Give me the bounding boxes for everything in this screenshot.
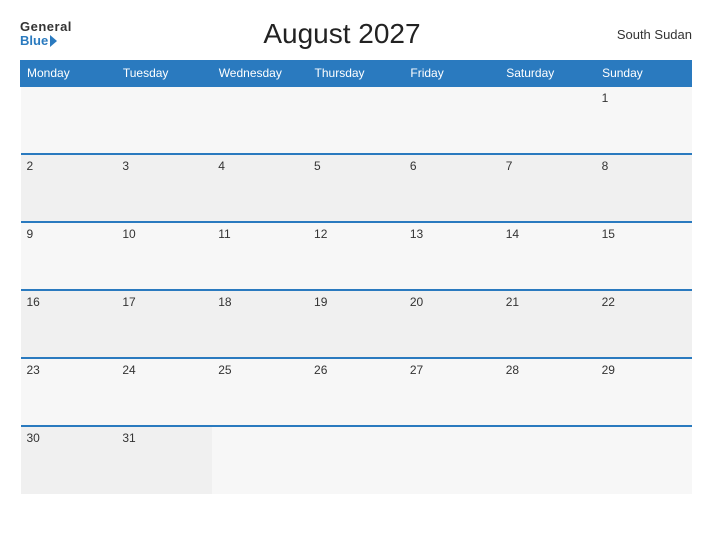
calendar-day-cell	[212, 426, 308, 494]
calendar-day-cell: 20	[404, 290, 500, 358]
calendar-day-cell: 23	[21, 358, 117, 426]
calendar-day-cell: 5	[308, 154, 404, 222]
day-number: 28	[506, 363, 590, 377]
calendar-day-cell	[212, 86, 308, 154]
logo: General Blue	[20, 20, 72, 49]
day-number: 4	[218, 159, 302, 173]
day-number: 2	[27, 159, 111, 173]
calendar-day-cell: 25	[212, 358, 308, 426]
calendar-day-cell: 8	[596, 154, 692, 222]
day-number: 10	[122, 227, 206, 241]
day-number: 11	[218, 227, 302, 241]
calendar-week-row: 9 10 11 12 13 14 15	[21, 222, 692, 290]
calendar-week-row: 30 31	[21, 426, 692, 494]
calendar-week-row: 16 17 18 19 20 21 22	[21, 290, 692, 358]
calendar-day-cell: 9	[21, 222, 117, 290]
day-number: 9	[27, 227, 111, 241]
day-number: 6	[410, 159, 494, 173]
calendar-day-cell: 10	[116, 222, 212, 290]
calendar-day-cell: 12	[308, 222, 404, 290]
logo-general-text: General	[20, 20, 72, 34]
day-number: 13	[410, 227, 494, 241]
calendar-day-cell: 27	[404, 358, 500, 426]
calendar-day-cell: 1	[596, 86, 692, 154]
calendar-day-cell: 19	[308, 290, 404, 358]
day-number: 17	[122, 295, 206, 309]
logo-triangle-icon	[50, 35, 57, 47]
calendar-day-cell: 7	[500, 154, 596, 222]
calendar-day-cell	[308, 426, 404, 494]
calendar-week-row: 2345678	[21, 154, 692, 222]
calendar-day-cell: 13	[404, 222, 500, 290]
day-number: 21	[506, 295, 590, 309]
day-number: 8	[602, 159, 686, 173]
day-number: 23	[27, 363, 111, 377]
day-number: 7	[506, 159, 590, 173]
calendar-table: Monday Tuesday Wednesday Thursday Friday…	[20, 60, 692, 494]
header-monday: Monday	[21, 61, 117, 87]
day-number: 5	[314, 159, 398, 173]
calendar-week-row: 1	[21, 86, 692, 154]
calendar-day-cell: 3	[116, 154, 212, 222]
day-number: 12	[314, 227, 398, 241]
day-number: 24	[122, 363, 206, 377]
calendar-day-cell: 16	[21, 290, 117, 358]
calendar-day-cell	[404, 426, 500, 494]
day-number: 14	[506, 227, 590, 241]
calendar-day-cell: 30	[21, 426, 117, 494]
calendar-day-cell: 14	[500, 222, 596, 290]
calendar-day-cell	[308, 86, 404, 154]
calendar-week-row: 23 24 25 26 27 28 29	[21, 358, 692, 426]
weekday-header-row: Monday Tuesday Wednesday Thursday Friday…	[21, 61, 692, 87]
header-saturday: Saturday	[500, 61, 596, 87]
calendar-day-cell: 4	[212, 154, 308, 222]
day-number: 26	[314, 363, 398, 377]
calendar-day-cell: 26	[308, 358, 404, 426]
calendar-day-cell: 6	[404, 154, 500, 222]
calendar-day-cell: 11	[212, 222, 308, 290]
day-number: 19	[314, 295, 398, 309]
day-number: 3	[122, 159, 206, 173]
calendar-day-cell	[500, 86, 596, 154]
day-number: 1	[602, 91, 686, 105]
day-number: 31	[122, 431, 206, 445]
calendar-day-cell: 17	[116, 290, 212, 358]
day-number: 15	[602, 227, 686, 241]
calendar-day-cell: 2	[21, 154, 117, 222]
day-number: 16	[27, 295, 111, 309]
header: General Blue August 2027 South Sudan	[20, 18, 692, 50]
calendar-day-cell: 24	[116, 358, 212, 426]
day-number: 22	[602, 295, 686, 309]
calendar-page: General Blue August 2027 South Sudan Mon…	[0, 0, 712, 550]
header-friday: Friday	[404, 61, 500, 87]
calendar-day-cell: 18	[212, 290, 308, 358]
calendar-day-cell: 21	[500, 290, 596, 358]
header-tuesday: Tuesday	[116, 61, 212, 87]
calendar-day-cell	[596, 426, 692, 494]
calendar-day-cell: 28	[500, 358, 596, 426]
calendar-day-cell: 15	[596, 222, 692, 290]
logo-blue-text: Blue	[20, 34, 72, 48]
day-number: 27	[410, 363, 494, 377]
day-number: 18	[218, 295, 302, 309]
calendar-day-cell	[500, 426, 596, 494]
country-label: South Sudan	[612, 27, 692, 42]
header-sunday: Sunday	[596, 61, 692, 87]
day-number: 25	[218, 363, 302, 377]
calendar-day-cell	[404, 86, 500, 154]
day-number: 29	[602, 363, 686, 377]
day-number: 30	[27, 431, 111, 445]
day-number: 20	[410, 295, 494, 309]
header-thursday: Thursday	[308, 61, 404, 87]
calendar-day-cell: 31	[116, 426, 212, 494]
calendar-day-cell	[21, 86, 117, 154]
calendar-day-cell: 22	[596, 290, 692, 358]
calendar-day-cell	[116, 86, 212, 154]
calendar-title: August 2027	[72, 18, 612, 50]
calendar-day-cell: 29	[596, 358, 692, 426]
header-wednesday: Wednesday	[212, 61, 308, 87]
